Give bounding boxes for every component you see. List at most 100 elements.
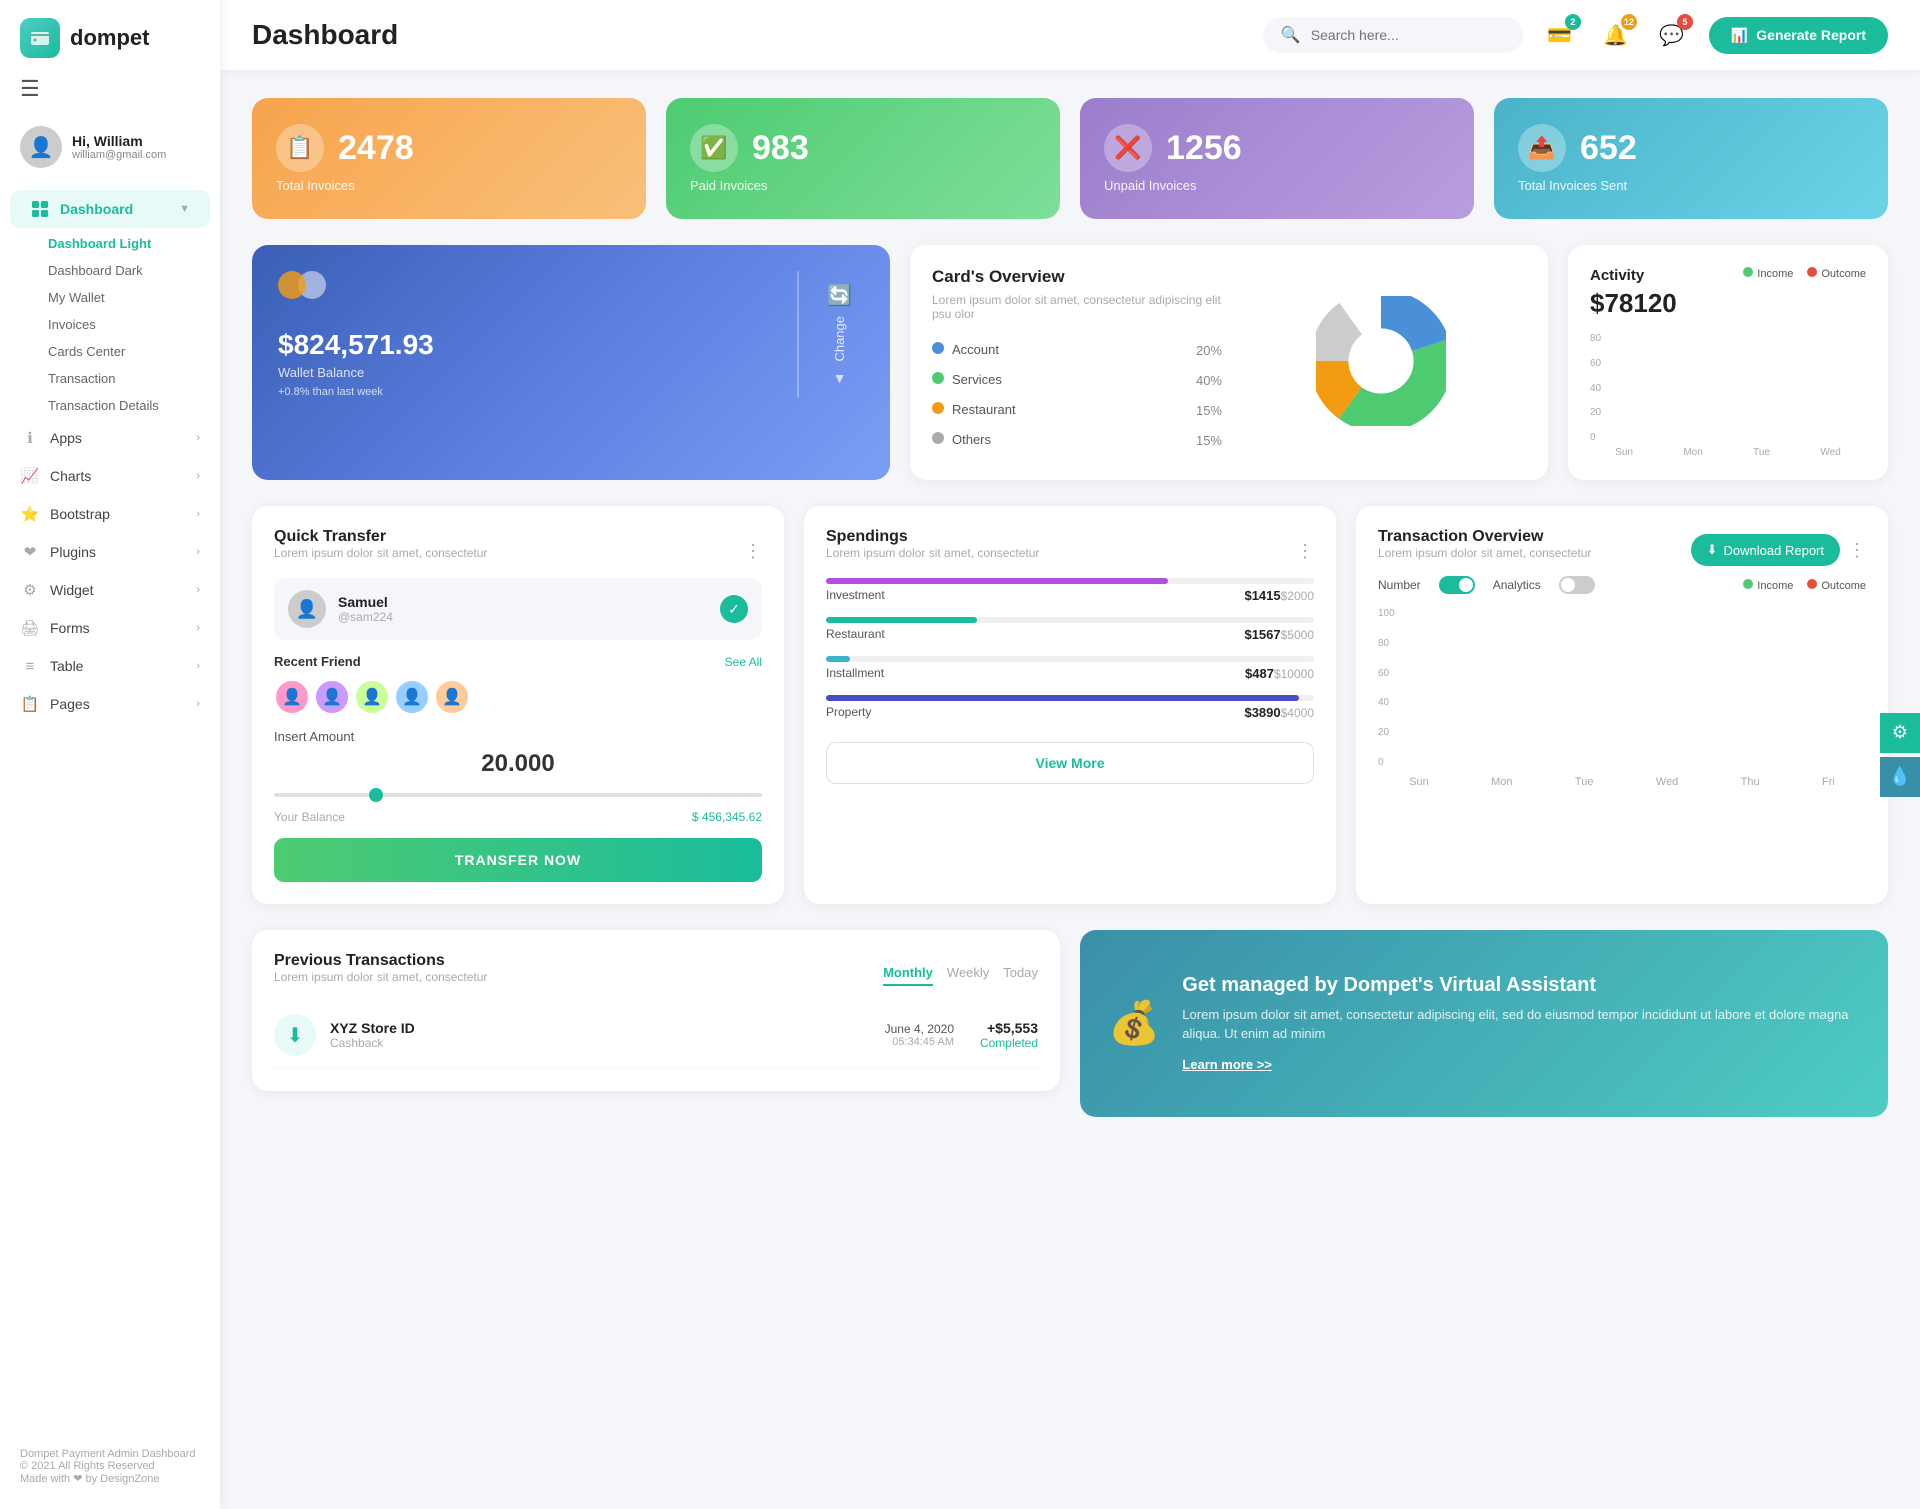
- analytics-toggle[interactable]: [1559, 576, 1595, 594]
- cards-overview-card: Card's Overview Lorem ipsum dolor sit am…: [910, 245, 1548, 480]
- activity-bar-chart: [1609, 333, 1866, 443]
- theme-float-button[interactable]: 💧: [1880, 757, 1920, 797]
- sidebar-table-label: Table: [50, 658, 83, 674]
- amount-display: 20.000: [274, 750, 762, 778]
- forms-icon: 🖨: [20, 618, 40, 638]
- generate-report-button[interactable]: 📊 Generate Report: [1709, 17, 1888, 54]
- check-icon: ✓: [720, 595, 748, 623]
- chevron-right-icon: ›: [196, 508, 200, 520]
- sidebar-item-plugins[interactable]: ❤ Plugins ›: [0, 533, 220, 571]
- bell-icon-btn[interactable]: 🔔 12: [1597, 16, 1635, 54]
- activity-card: Activity $78120 Income Outcome 806040200: [1568, 245, 1888, 480]
- tab-weekly[interactable]: Weekly: [947, 965, 989, 986]
- sent-invoices-number: 652: [1580, 129, 1637, 168]
- friend-avatar-4[interactable]: 👤: [394, 679, 430, 715]
- submenu-my-wallet[interactable]: My Wallet: [28, 284, 220, 311]
- sidebar-footer: Dompet Payment Admin Dashboard © 2021 Al…: [0, 1430, 220, 1491]
- overview-others: Others 15%: [932, 425, 1222, 455]
- chevron-down-icon: ▼: [833, 370, 847, 386]
- number-toggle[interactable]: [1439, 576, 1475, 594]
- download-report-button[interactable]: ⬇ Download Report: [1691, 534, 1840, 566]
- restaurant-bar: [826, 617, 977, 623]
- sidebar-item-apps[interactable]: ℹ Apps ›: [0, 419, 220, 457]
- tx-type: Cashback: [330, 1036, 415, 1050]
- sidebar-item-pages[interactable]: 📋 Pages ›: [0, 685, 220, 723]
- friend-avatar-1[interactable]: 👤: [274, 679, 310, 715]
- sidebar-pages-label: Pages: [50, 696, 90, 712]
- submenu-invoices[interactable]: Invoices: [28, 311, 220, 338]
- sidebar-item-table[interactable]: ≡ Table ›: [0, 647, 220, 685]
- sidebar-item-widget[interactable]: ⚙ Widget ›: [0, 571, 220, 609]
- submenu-dashboard-dark[interactable]: Dashboard Dark: [28, 257, 220, 284]
- spending-property: Property $3890$4000: [826, 695, 1314, 720]
- y-axis-big: 100806040200: [1378, 608, 1399, 768]
- see-all-link[interactable]: See All: [725, 655, 762, 669]
- submenu-transaction-details[interactable]: Transaction Details: [28, 392, 220, 419]
- selected-user[interactable]: 👤 Samuel @sam224 ✓: [274, 578, 762, 640]
- to-legend: Income Outcome: [1743, 579, 1866, 592]
- stat-card-sent-invoices: 📤 652 Total Invoices Sent: [1494, 98, 1888, 219]
- chevron-right-icon: ›: [196, 546, 200, 558]
- settings-float-button[interactable]: ⚙: [1880, 713, 1920, 753]
- wallet-icon-btn[interactable]: 💳 2: [1541, 16, 1579, 54]
- bottom-row: Quick Transfer Lorem ipsum dolor sit ame…: [252, 506, 1888, 904]
- sidebar-item-dashboard[interactable]: Dashboard ▼: [10, 190, 210, 228]
- total-invoices-number: 2478: [338, 129, 414, 168]
- amount-slider[interactable]: [274, 793, 762, 797]
- spending-investment: Investment $1415$2000: [826, 578, 1314, 603]
- sidebar-item-dashboard-label: Dashboard: [60, 201, 133, 217]
- chevron-right-icon: ›: [196, 432, 200, 444]
- quick-transfer-menu[interactable]: ⋮: [744, 541, 762, 562]
- sidebar-item-bootstrap[interactable]: ⭐ Bootstrap ›: [0, 495, 220, 533]
- change-button[interactable]: 🔄 Change ▼: [815, 271, 864, 398]
- tab-monthly[interactable]: Monthly: [883, 965, 933, 986]
- submenu-transaction[interactable]: Transaction: [28, 365, 220, 392]
- chat-icon-btn[interactable]: 💬 5: [1653, 16, 1691, 54]
- hamburger-menu[interactable]: ☰: [0, 76, 220, 112]
- tx-date: June 4, 2020: [885, 1022, 954, 1036]
- transfer-now-button[interactable]: TRANSFER NOW: [274, 838, 762, 882]
- mastercard-orange: [278, 271, 306, 299]
- wallet-label: Wallet Balance: [278, 365, 781, 380]
- selected-user-handle: @sam224: [338, 610, 393, 624]
- insert-amount-label: Insert Amount: [274, 729, 762, 744]
- chevron-right-icon: ›: [196, 470, 200, 482]
- friend-avatar-5[interactable]: 👤: [434, 679, 470, 715]
- unpaid-invoices-icon: ❌: [1104, 124, 1152, 172]
- va-learn-more-link[interactable]: Learn more >>: [1182, 1057, 1272, 1072]
- account-dot: [932, 342, 944, 354]
- spendings-card: Spendings Lorem ipsum dolor sit amet, co…: [804, 506, 1336, 904]
- chevron-right-icon: ›: [196, 622, 200, 634]
- sidebar-item-forms[interactable]: 🖨 Forms ›: [0, 609, 220, 647]
- spendings-menu[interactable]: ⋮: [1296, 541, 1314, 562]
- view-more-button[interactable]: View More: [826, 742, 1314, 784]
- income-legend-dot: [1743, 267, 1753, 277]
- paid-invoices-label: Paid Invoices: [690, 178, 1036, 193]
- quick-transfer-desc: Lorem ipsum dolor sit amet, consectetur: [274, 546, 487, 560]
- page-title: Dashboard: [252, 19, 1245, 51]
- user-name: Hi, William: [72, 133, 166, 149]
- tx-status: Completed: [968, 1036, 1038, 1050]
- chevron-right-icon: ›: [196, 698, 200, 710]
- pie-chart: [1316, 296, 1446, 426]
- prev-tx-title: Previous Transactions: [274, 952, 487, 970]
- sidebar: dompet ☰ 👤 Hi, William william@gmail.com…: [0, 0, 220, 1509]
- download-icon: ⬇: [1707, 542, 1718, 558]
- va-title: Get managed by Dompet's Virtual Assistan…: [1182, 974, 1860, 997]
- sidebar-item-charts[interactable]: 📈 Charts ›: [0, 457, 220, 495]
- transaction-labels: Sun Mon Tue Wed Thu Fri: [1378, 776, 1866, 788]
- activity-title: Activity: [1590, 267, 1677, 284]
- search-input[interactable]: [1311, 27, 1491, 43]
- chat-badge: 5: [1677, 14, 1693, 30]
- friend-avatar-2[interactable]: 👤: [314, 679, 350, 715]
- submenu-dashboard-light[interactable]: Dashboard Light: [28, 230, 220, 257]
- overview-left: Card's Overview Lorem ipsum dolor sit am…: [932, 267, 1222, 455]
- submenu-cards-center[interactable]: Cards Center: [28, 338, 220, 365]
- activity-legend: Income Outcome: [1743, 267, 1866, 280]
- pages-icon: 📋: [20, 694, 40, 714]
- others-dot: [932, 432, 944, 444]
- transaction-menu[interactable]: ⋮: [1848, 540, 1866, 561]
- logo-icon: [20, 18, 60, 58]
- friend-avatar-3[interactable]: 👤: [354, 679, 390, 715]
- tab-today[interactable]: Today: [1003, 965, 1038, 986]
